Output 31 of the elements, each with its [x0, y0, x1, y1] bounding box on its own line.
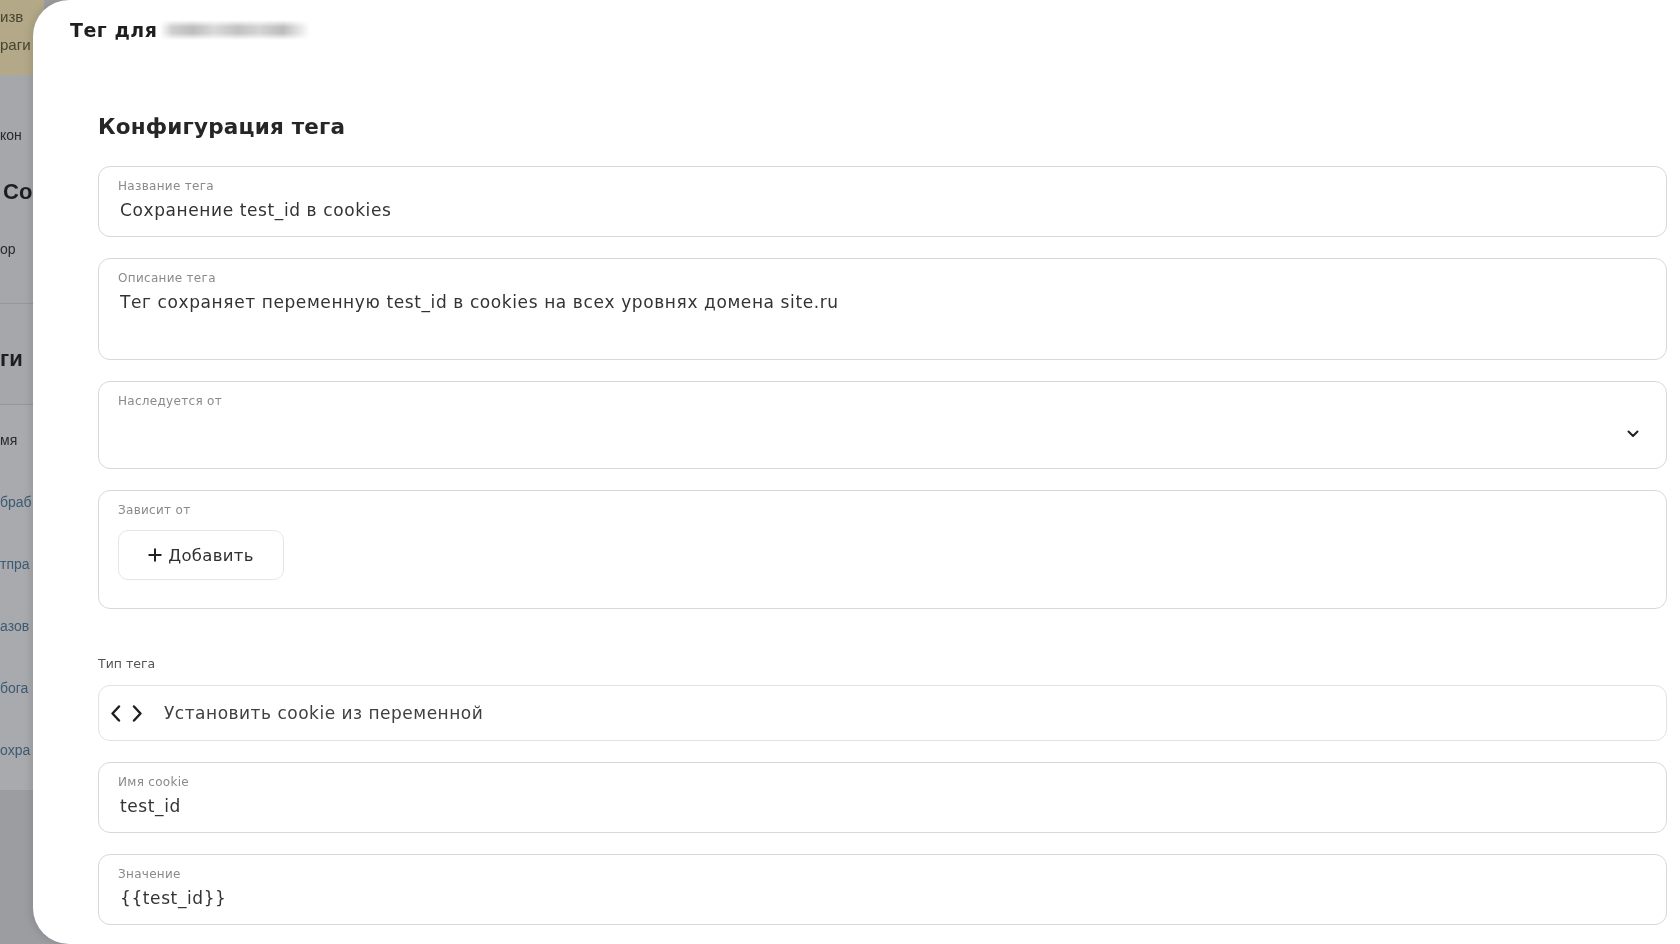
page-text: ор: [0, 240, 16, 259]
modal-title: Тег для: [70, 18, 158, 42]
field-label: Наследуется от: [118, 393, 222, 409]
field-label: Название тега: [118, 178, 214, 194]
field-value: Сохранение test_id в cookies: [119, 199, 392, 222]
page-text: мя: [0, 431, 18, 450]
field-label: Значение: [118, 866, 181, 882]
field-label: Описание тега: [118, 270, 216, 286]
add-button[interactable]: Добавить: [118, 530, 284, 580]
field-value: Установить cookie из переменной: [164, 702, 484, 725]
text-field[interactable]: Название тега Сохранение test_id в cookies: [98, 166, 1667, 237]
page-title: Со: [2, 178, 33, 206]
chevron-down-icon: [1627, 430, 1639, 438]
page-heading: ги: [0, 345, 23, 373]
field-label: Тип тега: [98, 656, 156, 672]
field-label: Имя cookie: [118, 774, 189, 790]
field-value: {{test_id}}: [119, 887, 227, 910]
text-area[interactable]: Описание тега Тег сохраняет переменную test_id в cookies на всех уровнях домена site.ru: [98, 258, 1667, 360]
section-heading: Конфигурация тега: [98, 113, 346, 141]
field-value: test_id: [119, 795, 181, 818]
page-text: раги: [0, 36, 31, 54]
code-icon: [111, 704, 142, 722]
tag-type-field[interactable]: Установить cookie из переменной: [98, 685, 1667, 741]
text-field[interactable]: Имя cookie test_id: [98, 762, 1667, 833]
page-text: кон: [0, 126, 22, 145]
field-label: Зависит от: [118, 502, 191, 518]
dropdown-field[interactable]: Наследуется от: [98, 381, 1667, 469]
field-value: Тег сохраняет переменную test_id в cookies на всех уровнях домена site.ru: [119, 291, 839, 314]
text-field[interactable]: Значение {{test_id}}: [98, 854, 1667, 925]
plus-icon: [148, 548, 163, 562]
page-text: изв: [0, 8, 24, 26]
